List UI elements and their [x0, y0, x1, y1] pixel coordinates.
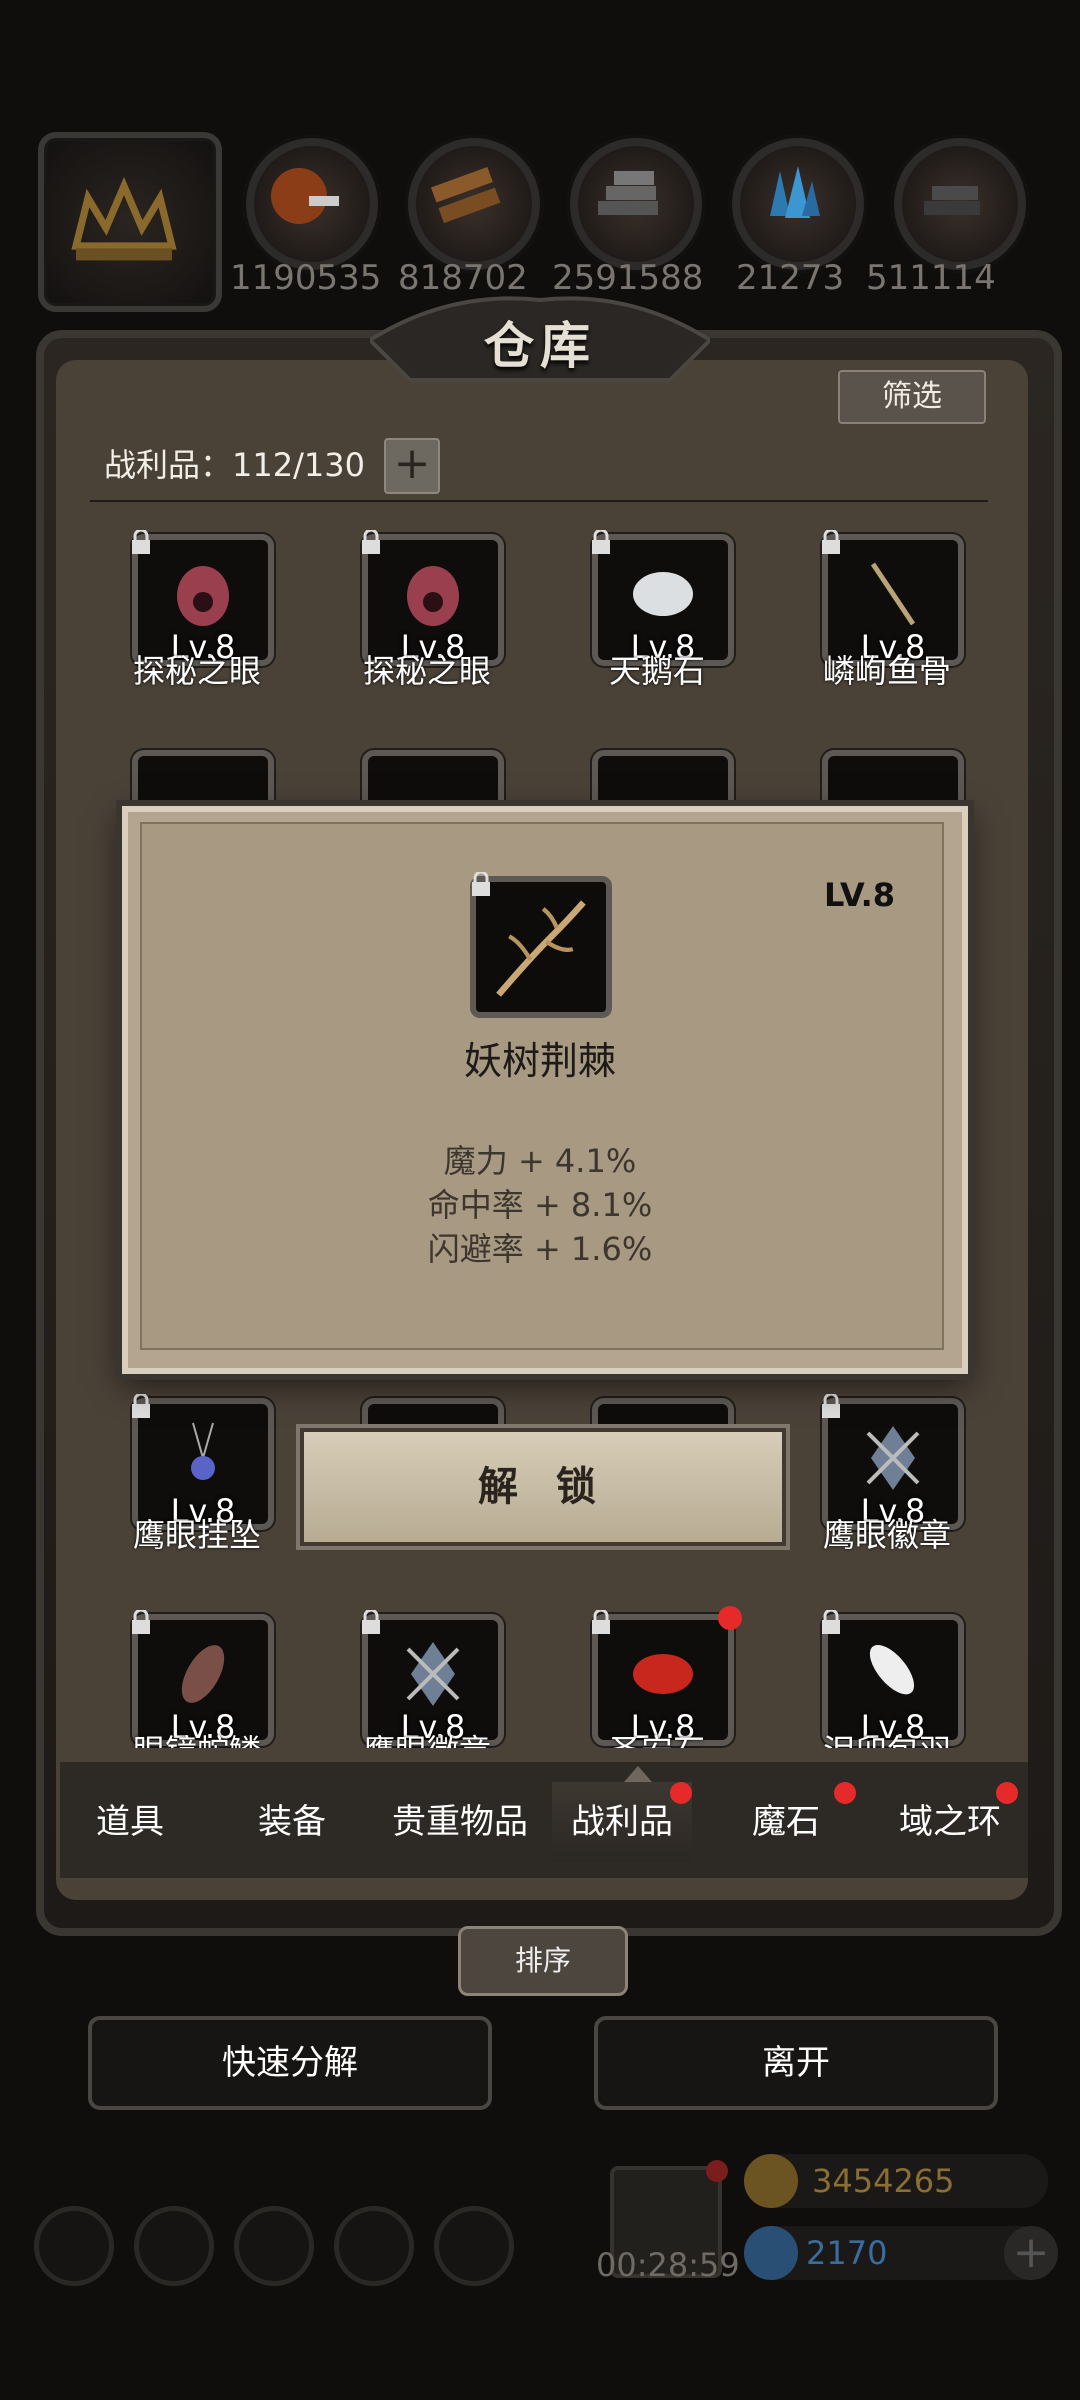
lock-icon	[362, 530, 380, 554]
lock-icon	[132, 1394, 150, 1418]
tab-indicator-icon	[624, 1766, 652, 1782]
item-name: 泪卯包羽	[787, 1726, 987, 1748]
page-title: 仓库	[484, 317, 596, 375]
trade-icon[interactable]	[434, 2206, 514, 2286]
red-stone-icon	[633, 1654, 693, 1694]
swan-stone-icon	[633, 572, 693, 616]
eye-orb-icon	[177, 566, 229, 626]
loot-count: 战利品：112/130	[104, 446, 365, 484]
leave-button[interactable]: 离开	[594, 2016, 998, 2110]
scale-icon	[181, 1645, 225, 1703]
tab-valuables[interactable]: 贵重物品	[380, 1782, 540, 1862]
eye-orb-icon	[407, 566, 459, 626]
gem-icon	[744, 2226, 798, 2280]
add-currency-button[interactable]: +	[1004, 2226, 1058, 2280]
fishbone-icon	[870, 562, 916, 626]
feather-icon	[869, 1644, 915, 1695]
badge-icon	[406, 1642, 460, 1706]
sort-button[interactable]: 排序	[458, 1926, 628, 1996]
notification-dot	[706, 2160, 728, 2182]
resource-value-4: 21273	[736, 258, 845, 298]
item-name: 嶙峋鱼骨	[822, 652, 951, 690]
thorn-branch-icon	[496, 900, 586, 997]
unlock-button[interactable]: 解 锁	[300, 1428, 786, 1546]
stat-line: 闪避率 + 1.6%	[427, 1230, 653, 1268]
item-name: 鹰眼徽章	[822, 1516, 951, 1554]
filter-button[interactable]: 筛选	[838, 370, 986, 424]
tab-items[interactable]: 道具	[70, 1782, 190, 1862]
lock-icon	[132, 1610, 150, 1634]
star-icon[interactable]	[134, 2206, 214, 2286]
resource-wood-icon[interactable]	[408, 138, 540, 270]
divider	[90, 500, 988, 502]
lock-icon	[132, 530, 150, 554]
bag-icon[interactable]	[234, 2206, 314, 2286]
expand-capacity-button[interactable]: +	[384, 438, 440, 494]
resource-stone-icon[interactable]	[570, 138, 702, 270]
resource-value-1: 1190535	[230, 258, 382, 298]
item-name: 探秘之眼	[132, 652, 261, 690]
resource-meat-icon[interactable]	[246, 138, 378, 270]
gold-icon	[744, 2154, 798, 2208]
item-name: 眼镜蛇鳞	[97, 1726, 297, 1748]
gold-value: 3454265	[812, 2162, 955, 2200]
mail-icon[interactable]	[334, 2206, 414, 2286]
quick-decompose-button[interactable]: 快速分解	[88, 2016, 492, 2110]
lock-icon	[822, 1610, 840, 1634]
item-name: 鹰眼挂坠	[132, 1516, 261, 1554]
item-name: 圣安石	[557, 1726, 757, 1748]
unlock-label: 解 锁	[478, 1464, 608, 1510]
crown-icon	[71, 176, 177, 261]
gem-value: 2170	[806, 2234, 888, 2272]
resource-crystal-icon[interactable]	[732, 138, 864, 270]
lock-icon	[822, 530, 840, 554]
popup-level: LV.8	[824, 876, 896, 914]
notification-dot	[670, 1782, 692, 1804]
popup-item-name: 妖树荆棘	[463, 1039, 616, 1083]
badge-icon	[866, 1426, 920, 1490]
resource-value-5: 511114	[866, 258, 996, 298]
lock-icon	[362, 1610, 380, 1634]
pendant-icon	[191, 1422, 215, 1480]
settings-icon[interactable]	[34, 2206, 114, 2286]
notification-dot	[996, 1782, 1018, 1804]
popup-item-slot	[470, 872, 612, 1018]
lock-icon	[822, 1394, 840, 1418]
tab-equipment[interactable]: 装备	[232, 1782, 352, 1862]
notification-dot	[718, 1606, 742, 1630]
crown-slot[interactable]	[38, 132, 222, 312]
lock-icon	[592, 1610, 610, 1634]
lock-icon	[592, 530, 610, 554]
notification-dot	[834, 1782, 856, 1804]
gift-timer: 00:28:59	[596, 2246, 740, 2284]
item-name: 探秘之眼	[362, 652, 491, 690]
stat-line: 魔力 + 4.1%	[443, 1142, 637, 1180]
resource-iron-icon[interactable]	[894, 138, 1026, 270]
item-name: 天鹅石	[608, 652, 705, 690]
stat-line: 命中率 + 8.1%	[427, 1186, 653, 1224]
item-name: 鹰眼徽章	[327, 1726, 527, 1748]
